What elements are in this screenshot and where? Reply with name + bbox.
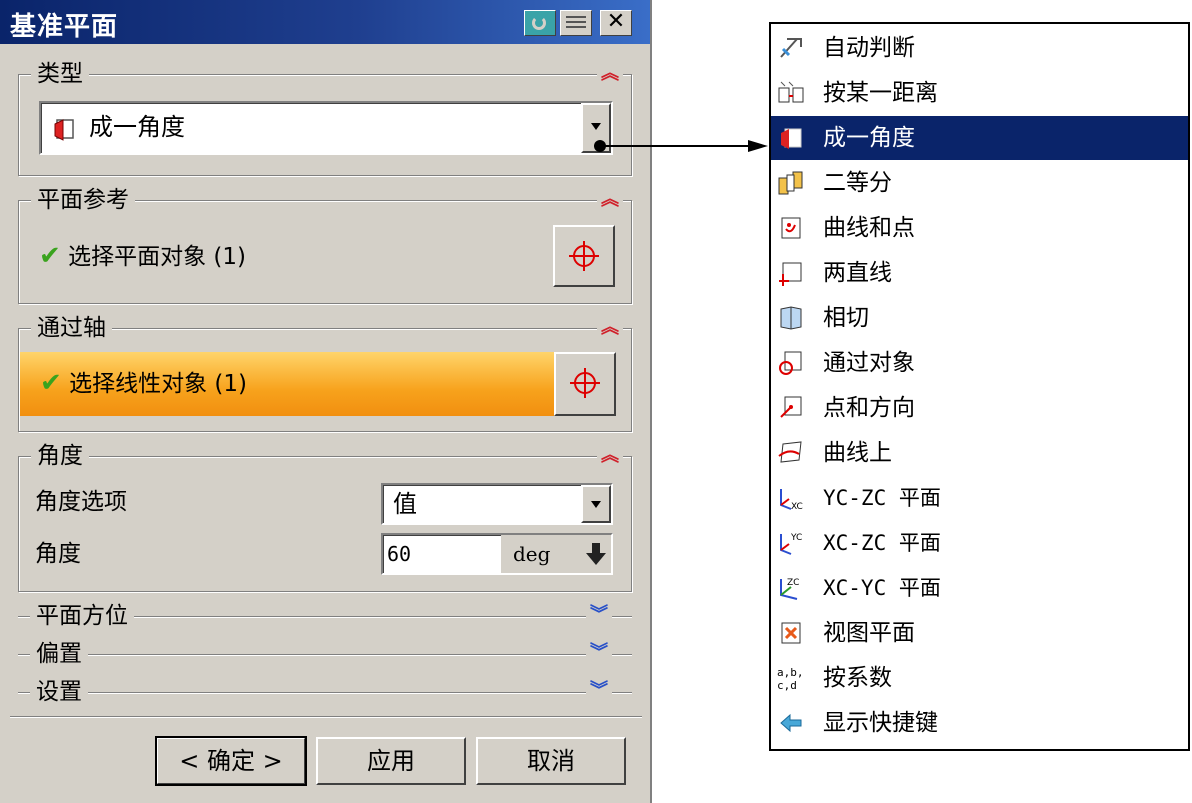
coefficients-icon: a,b,c,d — [777, 666, 804, 691]
connector-arrow — [594, 140, 768, 152]
through-axis-status-text: 选择线性对象 (1) — [69, 371, 247, 397]
type-group: 类型 ︽ 成一角度 — [18, 60, 632, 176]
offset-label: 偏置 — [30, 640, 88, 668]
xc-yc-plane-icon: ZC — [780, 578, 799, 600]
close-icon[interactable]: ✕ — [600, 10, 632, 36]
expand-offset-icon[interactable]: ︾ — [586, 640, 612, 666]
expand-settings-icon[interactable]: ︾ — [586, 678, 612, 704]
angle-group: 角度 ︽ 角度选项 值 角度 60 deg — [18, 442, 632, 592]
list-item[interactable]: 按某一距离 — [771, 71, 1188, 115]
xc-zc-plane-icon: YC — [780, 533, 802, 555]
datum-plane-dialog: 基准平面 ✕ 类型 ︽ 成一角度 平面参考 ︽ ✔ 选择平面对象 (1) 通过轴… — [0, 0, 652, 803]
ok-button[interactable]: < 确定 > — [155, 736, 307, 786]
collapse-type-icon[interactable]: ︽ — [597, 61, 623, 87]
point-and-direction-icon — [780, 396, 802, 418]
select-axis-button[interactable] — [554, 352, 616, 416]
list-item[interactable]: a,b, c,d 按系数 — [771, 656, 1188, 700]
list-item[interactable]: 两直线 — [771, 251, 1188, 295]
plane-reference-status: ✔ 选择平面对象 (1) — [39, 241, 246, 272]
svg-text:ZC: ZC — [787, 578, 799, 588]
menu-icon[interactable] — [560, 10, 592, 36]
list-item[interactable]: 点和方向 — [771, 386, 1188, 430]
angle-input[interactable]: 60 deg — [381, 533, 613, 575]
crosshair-icon — [569, 241, 599, 271]
type-dropdown-list: 自动判断 按某一距离 成一角度 二等分 曲线和点 两直线 相切 通过对象 点和方… — [769, 22, 1190, 751]
settings-label: 设置 — [30, 678, 88, 706]
list-item[interactable]: 曲线上 — [771, 431, 1188, 475]
tangent-icon — [780, 306, 802, 330]
through-axis-label: 通过轴 — [31, 314, 112, 342]
list-item[interactable]: YC XC-ZC 平面 — [771, 521, 1188, 565]
list-item[interactable]: XC YC-ZC 平面 — [771, 476, 1188, 520]
at-distance-icon — [778, 81, 804, 103]
plane-reference-status-text: 选择平面对象 (1) — [68, 244, 246, 270]
plane-reference-group: 平面参考 ︽ ✔ 选择平面对象 (1) — [18, 186, 632, 304]
angle-unit: deg — [513, 542, 551, 566]
list-item[interactable]: 视图平面 — [771, 611, 1188, 655]
list-item[interactable]: ZC XC-YC 平面 — [771, 566, 1188, 610]
type-select-value: 成一角度 — [89, 113, 185, 141]
auto-infer-icon — [780, 38, 802, 58]
list-item[interactable]: 二等分 — [771, 161, 1188, 205]
list-item[interactable]: 自动判断 — [771, 26, 1188, 70]
check-icon: ✔ — [40, 368, 62, 398]
through-object-icon — [779, 351, 802, 375]
title-bar: 基准平面 ✕ — [0, 0, 650, 44]
show-shortcuts-icon — [780, 713, 802, 733]
angle-label: 角度 — [35, 541, 81, 567]
angle-group-label: 角度 — [31, 442, 89, 470]
plane-reference-label: 平面参考 — [31, 186, 135, 214]
list-item[interactable]: 通过对象 — [771, 341, 1188, 385]
at-angle-icon — [54, 119, 74, 141]
collapse-angle-icon[interactable]: ︽ — [597, 443, 623, 469]
angle-option-value: 值 — [393, 490, 417, 518]
through-axis-status: ✔ 选择线性对象 (1) — [40, 368, 247, 399]
yc-zc-plane-icon: XC — [780, 489, 803, 511]
select-plane-button[interactable] — [553, 225, 615, 287]
list-item[interactable]: 曲线和点 — [771, 206, 1188, 250]
angle-value[interactable]: 60 — [387, 535, 411, 573]
plane-orientation-label: 平面方位 — [30, 602, 134, 630]
curves-and-points-icon — [781, 217, 801, 239]
view-plane-icon — [781, 622, 801, 644]
svg-text:a,b,: a,b, — [777, 666, 804, 679]
angle-option-select[interactable]: 值 — [381, 483, 613, 525]
list-item[interactable]: 显示快捷键 — [771, 701, 1188, 745]
type-select[interactable]: 成一角度 — [39, 101, 613, 155]
chevron-down-icon[interactable] — [581, 485, 611, 523]
crosshair-icon — [570, 368, 600, 398]
check-icon: ✔ — [39, 241, 61, 271]
collapse-plane-reference-icon[interactable]: ︽ — [597, 187, 623, 213]
svg-text:c,d: c,d — [777, 679, 797, 691]
cancel-button[interactable]: 取消 — [476, 737, 626, 785]
on-curve-icon — [778, 441, 802, 463]
at-angle-icon — [781, 128, 802, 149]
list-item-selected[interactable]: 成一角度 — [771, 116, 1188, 160]
apply-button[interactable]: 应用 — [316, 737, 466, 785]
expand-plane-orientation-icon[interactable]: ︾ — [586, 602, 612, 628]
bisector-icon — [778, 171, 803, 195]
reset-icon[interactable] — [524, 10, 556, 36]
angle-option-label: 角度选项 — [35, 489, 127, 515]
unit-dropdown-icon[interactable] — [585, 541, 607, 567]
svg-text:XC: XC — [791, 502, 803, 511]
dialog-title: 基准平面 — [10, 12, 119, 42]
svg-text:YC: YC — [790, 533, 802, 543]
list-item[interactable]: 相切 — [771, 296, 1188, 340]
collapse-through-axis-icon[interactable]: ︽ — [597, 315, 623, 341]
two-lines-icon — [779, 262, 802, 286]
type-group-label: 类型 — [31, 60, 89, 88]
